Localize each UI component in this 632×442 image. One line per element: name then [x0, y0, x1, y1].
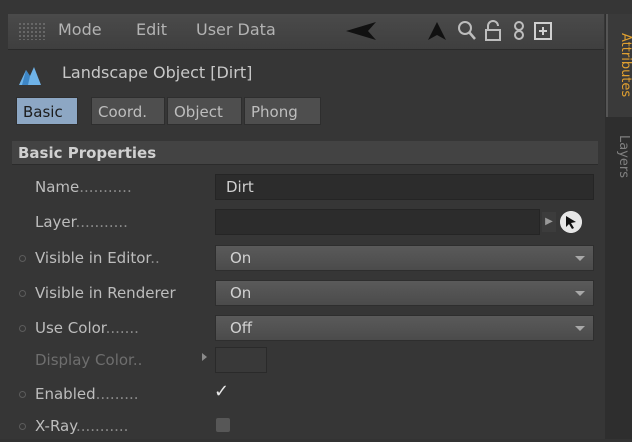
row-name: Name........... Dirt: [12, 173, 602, 203]
pick-session-icon[interactable]: [560, 211, 582, 233]
row-layer: Layer........... ▶: [12, 208, 602, 238]
tab-layers[interactable]: Layers: [606, 122, 631, 192]
visible-editor-value: On: [230, 249, 252, 267]
tab-basic[interactable]: Basic: [16, 97, 78, 125]
row-use-color: Use Color....... Off: [12, 314, 602, 344]
display-color-label: Display Color..: [35, 351, 143, 369]
visible-renderer-value: On: [230, 284, 252, 302]
visible-renderer-dropdown[interactable]: On: [215, 280, 594, 306]
visible-editor-label: Visible in Editor..: [35, 249, 160, 267]
menu-mode[interactable]: Mode: [58, 20, 102, 39]
expand-arrow-icon[interactable]: [202, 353, 207, 361]
object-title: Landscape Object [Dirt]: [62, 63, 253, 82]
row-xray: X-Ray...........: [12, 412, 602, 442]
visible-renderer-label: Visible in Renderer: [35, 284, 176, 302]
row-display-color: Display Color..: [12, 346, 602, 376]
drag-grip-icon[interactable]: [18, 22, 46, 40]
layer-label: Layer...........: [35, 213, 128, 231]
xray-label: X-Ray...........: [35, 417, 129, 435]
name-label: Name...........: [35, 178, 132, 196]
row-visible-editor: Visible in Editor.. On: [12, 244, 602, 274]
visible-editor-dropdown[interactable]: On: [215, 245, 594, 271]
new-panel-icon[interactable]: [532, 20, 554, 42]
tab-coord[interactable]: Coord.: [91, 97, 165, 125]
landscape-icon: [19, 67, 41, 85]
display-color-swatch[interactable]: [215, 347, 267, 373]
attribute-manager: Mode Edit User Data Attributes Layers La…: [0, 0, 632, 439]
menu-user-data[interactable]: User Data: [196, 20, 276, 39]
animate-dot-icon[interactable]: [19, 391, 26, 398]
section-basic-properties[interactable]: Basic Properties: [12, 141, 598, 165]
use-color-dropdown[interactable]: Off: [215, 315, 594, 341]
layer-menu-arrow-icon[interactable]: ▶: [542, 212, 556, 232]
enabled-label: Enabled.........: [35, 385, 139, 403]
back-arrow-icon[interactable]: [344, 20, 384, 42]
layer-field[interactable]: [215, 209, 540, 235]
xray-checkbox[interactable]: [216, 418, 230, 432]
chevron-down-icon: [575, 256, 585, 261]
tab-object[interactable]: Object: [167, 97, 242, 125]
row-visible-renderer: Visible in Renderer On: [12, 279, 602, 309]
search-icon[interactable]: [456, 20, 478, 42]
animate-dot-icon[interactable]: [19, 255, 26, 262]
up-arrow-icon[interactable]: [426, 20, 448, 42]
animate-dot-icon[interactable]: [19, 290, 26, 297]
name-field[interactable]: Dirt: [215, 174, 594, 200]
animate-dot-icon[interactable]: [19, 423, 26, 430]
lock-icon[interactable]: [482, 20, 504, 42]
tab-phong[interactable]: Phong: [244, 97, 321, 125]
use-color-label: Use Color.......: [35, 319, 139, 337]
enabled-checkbox[interactable]: ✓: [214, 381, 229, 402]
animate-dot-icon[interactable]: [19, 325, 26, 332]
tab-attributes[interactable]: Attributes: [606, 14, 632, 117]
menubar: Mode Edit User Data: [8, 14, 604, 50]
chevron-down-icon: [575, 291, 585, 296]
row-enabled: Enabled......... ✓: [12, 380, 602, 410]
use-color-value: Off: [230, 319, 253, 337]
link-icon[interactable]: [508, 20, 530, 42]
chevron-down-icon: [575, 326, 585, 331]
menu-edit[interactable]: Edit: [136, 20, 167, 39]
